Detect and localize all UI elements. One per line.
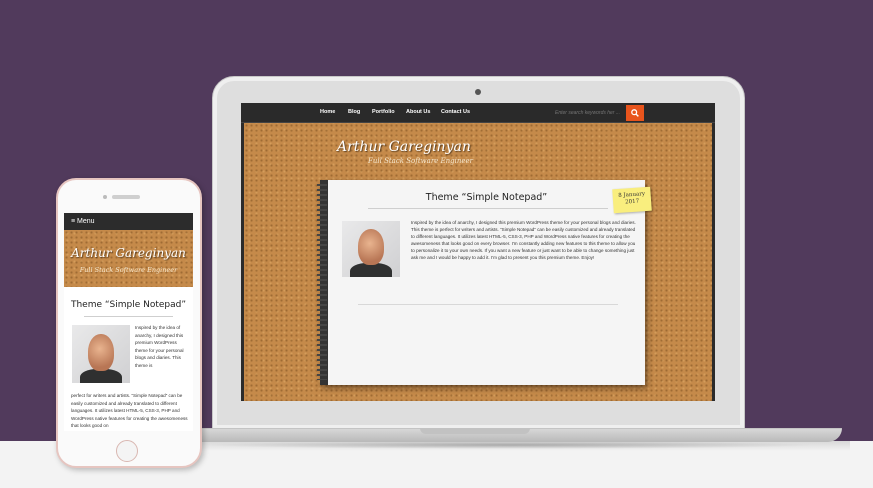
site-title[interactable]: Arthur Gareginyan — [337, 139, 471, 155]
author-photo — [342, 221, 400, 277]
mobile-post-title[interactable]: Theme “Simple Notepad” — [64, 300, 193, 310]
mobile-menu-button[interactable]: ≡ Menu — [64, 213, 193, 230]
laptop-base-notch — [420, 428, 530, 434]
search-input[interactable] — [555, 108, 625, 118]
nav-about-us[interactable]: About Us — [406, 109, 430, 115]
nav-blog[interactable]: Blog — [348, 109, 360, 115]
post-title[interactable]: Theme “Simple Notepad” — [328, 192, 645, 203]
mobile-site-tagline: Full Stack Software Engineer — [79, 266, 178, 274]
laptop-shadow — [200, 441, 820, 449]
mobile-title-divider — [84, 316, 173, 317]
date-sticky-note: 8 January 2017 — [612, 186, 652, 214]
mobile-post-body-wrap: Inspired by the idea of anarchy, I desig… — [135, 325, 184, 368]
desktop-navbar: Home Blog Portfolio About Us Contact Us — [241, 103, 715, 123]
laptop-camera — [475, 89, 481, 95]
mobile-corkboard-header: Arthur Gareginyan Full Stack Software En… — [64, 230, 193, 287]
nav-contact-us[interactable]: Contact Us — [441, 109, 470, 115]
mobile-post-body: perfect for writers and artists. “Simple… — [71, 393, 188, 429]
notepad-post: Theme “Simple Notepad” 8 January 2017 In… — [317, 180, 652, 385]
mobile-site-title[interactable]: Arthur Gareginyan — [64, 246, 193, 260]
notepad-spiral — [317, 184, 327, 380]
nav-home[interactable]: Home — [320, 109, 335, 115]
phone-front-camera — [103, 195, 107, 199]
post-body: Inspired by the idea of anarchy, I desig… — [411, 220, 636, 260]
search-button[interactable] — [626, 105, 644, 121]
nav-portfolio[interactable]: Portfolio — [372, 109, 395, 115]
corkboard-background: Arthur Gareginyan Full Stack Software En… — [244, 123, 712, 401]
phone-home-button[interactable] — [116, 440, 138, 462]
laptop-screen: Home Blog Portfolio About Us Contact Us … — [241, 103, 715, 401]
mobile-author-photo — [72, 325, 130, 383]
phone-screen: ≡ Menu Arthur Gareginyan Full Stack Soft… — [64, 213, 193, 431]
title-divider — [368, 208, 608, 209]
search-icon — [631, 109, 639, 117]
post-divider — [358, 304, 618, 305]
phone-speaker — [112, 195, 140, 199]
site-tagline: Full Stack Software Engineer — [368, 157, 474, 165]
